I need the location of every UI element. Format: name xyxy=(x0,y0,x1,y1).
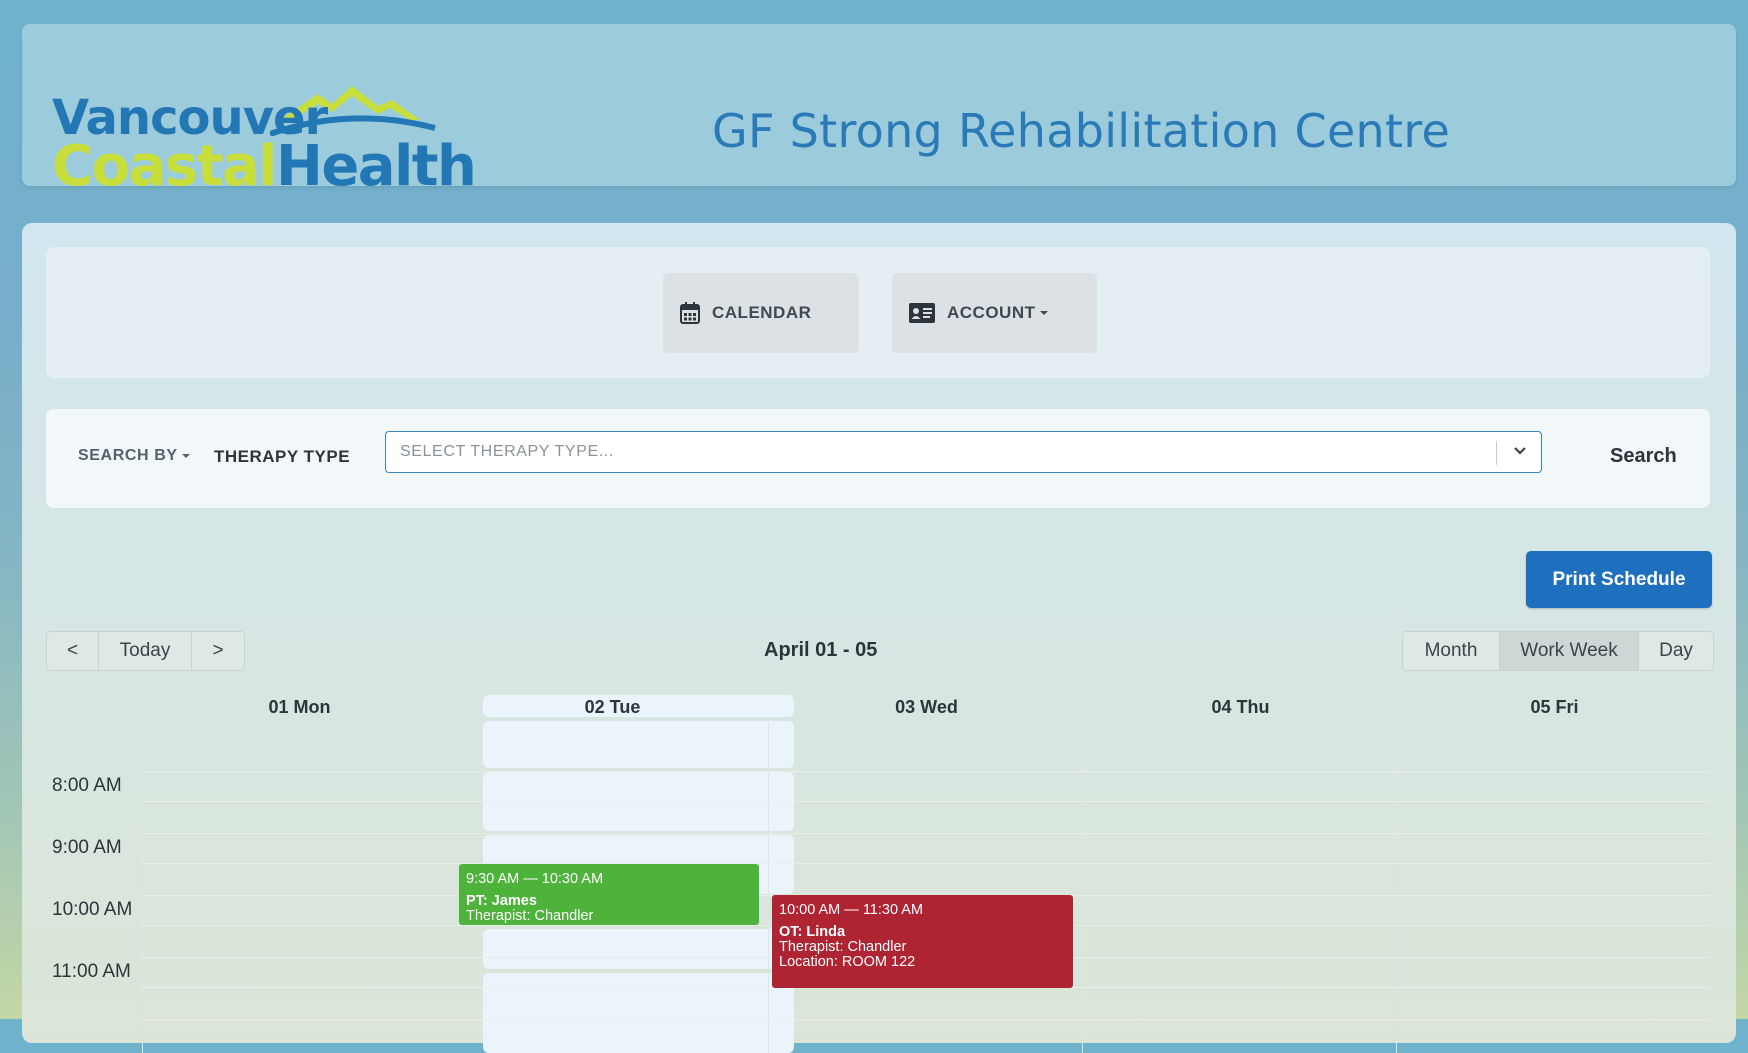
logo-text-coastal-health: CoastalHealth xyxy=(52,139,477,195)
therapy-type-placeholder: SELECT THERAPY TYPE... xyxy=(400,443,614,460)
today-allday-cell[interactable] xyxy=(483,721,794,768)
account-nav-label: ACCOUNT xyxy=(947,303,1036,322)
day-column[interactable] xyxy=(1396,723,1711,1053)
view-month-button[interactable]: Month xyxy=(1403,632,1500,670)
calendar-nav-button[interactable]: CALENDAR xyxy=(663,273,859,353)
time-label-10am: 10:00 AM xyxy=(52,899,133,920)
account-dropdown-button[interactable]: ACCOUNT xyxy=(892,273,1097,353)
therapy-type-select[interactable]: SELECT THERAPY TYPE... xyxy=(385,431,1542,473)
grid-line xyxy=(142,833,1710,834)
today-button[interactable]: Today xyxy=(99,632,192,670)
main-panel: CALENDAR ACCOUNT SEARCH BY THERAPY TYPE … xyxy=(22,223,1736,1053)
view-switcher: Month Work Week Day xyxy=(1402,631,1714,671)
day-header-thu: 04 Thu xyxy=(1211,697,1270,717)
event-therapist: Therapist: Chandler xyxy=(466,908,594,924)
time-label-8am: 8:00 AM xyxy=(52,775,122,796)
view-day-button[interactable]: Day xyxy=(1639,632,1713,670)
search-button[interactable]: Search xyxy=(1610,445,1677,468)
day-header-tue: 02 Tue xyxy=(584,697,641,717)
print-schedule-button[interactable]: Print Schedule xyxy=(1526,551,1712,608)
event-time: 9:30 AM — 10:30 AM xyxy=(466,871,604,887)
today-slot[interactable] xyxy=(483,929,794,969)
day-header-wed: 03 Wed xyxy=(895,697,958,717)
day-column[interactable] xyxy=(768,723,1081,1053)
logo-text-coastal: Coastal xyxy=(52,134,277,199)
caret-down-icon xyxy=(1039,311,1048,315)
time-label-9am: 9:00 AM xyxy=(52,837,122,858)
therapy-type-label: THERAPY TYPE xyxy=(214,447,351,466)
logo-text-health: Health xyxy=(275,134,477,199)
date-nav-group: < Today > xyxy=(46,631,245,671)
chevron-down-icon[interactable] xyxy=(1513,446,1527,456)
select-separator xyxy=(1496,441,1497,465)
day-column[interactable] xyxy=(142,723,455,1053)
grid-line xyxy=(142,863,1710,864)
view-work-week-button[interactable]: Work Week xyxy=(1500,632,1639,670)
event-title: OT: Linda xyxy=(779,924,846,940)
calendar-grid: 01 Mon 02 Tue 03 Wed 04 Thu 05 Fri 8:00 … xyxy=(46,693,1710,1053)
event-location: Location: ROOM 122 xyxy=(779,954,916,970)
search-by-label: SEARCH BY xyxy=(78,447,178,464)
day-column[interactable] xyxy=(1082,723,1395,1053)
id-card-icon xyxy=(909,303,935,323)
grid-line xyxy=(142,1019,1710,1020)
grid-line xyxy=(142,801,1710,802)
caret-down-icon xyxy=(181,453,190,458)
event-title: PT: James xyxy=(466,893,537,909)
prev-week-button[interactable]: < xyxy=(47,632,99,670)
event-time: 10:00 AM — 11:30 AM xyxy=(779,902,924,918)
event-therapist: Therapist: Chandler xyxy=(779,939,907,955)
search-by-dropdown[interactable]: SEARCH BY xyxy=(78,447,190,465)
event-pt-james[interactable]: 9:30 AM — 10:30 AM PT: James Therapist: … xyxy=(459,864,759,925)
calendar-nav-label: CALENDAR xyxy=(712,303,812,322)
vch-logo[interactable]: Vancouver CoastalHealth xyxy=(52,54,477,195)
page-title: GF Strong Rehabilitation Centre xyxy=(712,104,1451,158)
time-label-11am: 11:00 AM xyxy=(52,961,131,982)
site-header: Vancouver CoastalHealth GF Strong Rehabi… xyxy=(22,24,1736,195)
nav-bar: CALENDAR ACCOUNT xyxy=(46,247,1710,378)
date-range-label: April 01 - 05 xyxy=(764,639,878,661)
grid-line xyxy=(142,771,1710,772)
day-header-mon: 01 Mon xyxy=(268,697,331,717)
search-panel: SEARCH BY THERAPY TYPE SELECT THERAPY TY… xyxy=(46,409,1710,508)
calendar-icon xyxy=(680,302,700,324)
day-header-fri: 05 Fri xyxy=(1530,697,1579,717)
today-slot[interactable] xyxy=(483,973,794,1053)
next-week-button[interactable]: > xyxy=(192,632,244,670)
event-ot-linda[interactable]: 10:00 AM — 11:30 AM OT: Linda Therapist:… xyxy=(772,895,1073,988)
